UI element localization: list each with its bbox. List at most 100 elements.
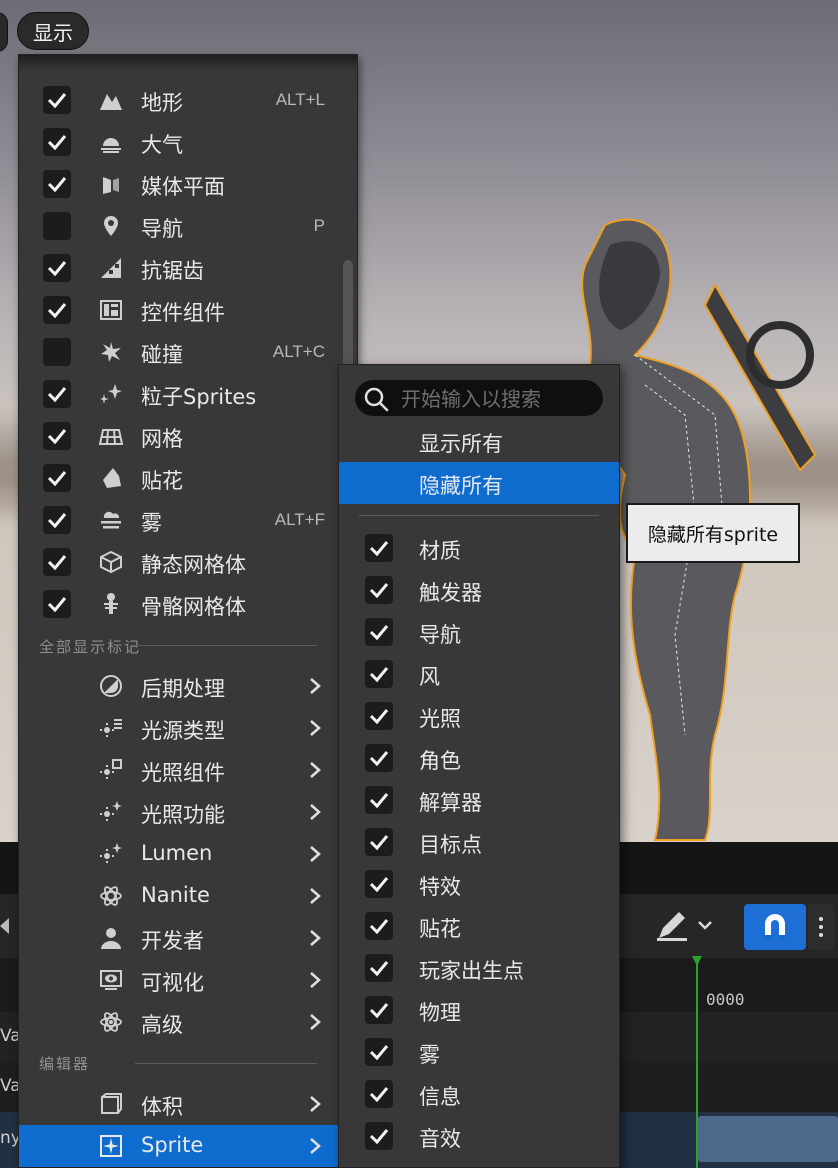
submenu-label: Nanite	[141, 883, 210, 907]
checkmark-icon	[369, 1003, 389, 1019]
checkbox[interactable]	[43, 212, 71, 240]
show-flag-item[interactable]: 网格	[19, 415, 339, 457]
show-flag-item[interactable]: 大气	[19, 121, 339, 163]
show-flag-item[interactable]: 雾 ALT+F	[19, 499, 339, 541]
sprite-search-box[interactable]	[355, 380, 603, 416]
checkbox[interactable]	[43, 86, 71, 114]
checkbox[interactable]	[365, 828, 393, 856]
sprite-flag-label: 贴花	[419, 917, 461, 941]
show-flag-item[interactable]: 媒体平面	[19, 163, 339, 205]
skeletal-mesh-icon	[104, 593, 118, 614]
checkbox[interactable]	[365, 786, 393, 814]
sprite-flag-item[interactable]: 音效	[339, 1115, 619, 1157]
sprite-flag-item[interactable]: 角色	[339, 737, 619, 779]
sprite-flag-label: 光照	[419, 707, 461, 731]
nanite-icon	[100, 886, 122, 906]
sprite-flag-item[interactable]: 物理	[339, 989, 619, 1031]
checkbox[interactable]	[43, 548, 71, 576]
checkbox[interactable]	[365, 1080, 393, 1108]
sprite-flag-item[interactable]: 雾	[339, 1031, 619, 1073]
sprite-flag-item[interactable]: 信息	[339, 1073, 619, 1115]
show-flag-item[interactable]: 控件组件	[19, 289, 339, 331]
checkbox[interactable]	[365, 954, 393, 982]
sprite-flag-item[interactable]: 光照	[339, 695, 619, 737]
snap-options-button[interactable]	[808, 904, 834, 950]
show-flag-item[interactable]: 粒子Sprites	[19, 373, 339, 415]
sprite-flag-item[interactable]: 材质	[339, 527, 619, 569]
checkbox[interactable]	[365, 702, 393, 730]
show-flag-item[interactable]: 静态网格体	[19, 541, 339, 583]
track-section[interactable]	[698, 1116, 838, 1162]
checkbox[interactable]	[365, 576, 393, 604]
checkbox[interactable]	[43, 128, 71, 156]
show-all-item[interactable]: 显示所有	[339, 420, 619, 462]
light-types-icon	[100, 719, 122, 737]
sprite-flag-item[interactable]: 风	[339, 653, 619, 695]
snap-magnet-button[interactable]	[744, 904, 806, 950]
checkbox[interactable]	[365, 660, 393, 688]
checkbox[interactable]	[365, 912, 393, 940]
checkbox[interactable]	[365, 618, 393, 646]
sprite-flag-item[interactable]: 触发器	[339, 569, 619, 611]
left-arrow-icon[interactable]	[0, 918, 9, 934]
show-submenu-item[interactable]: 光照组件	[19, 749, 339, 791]
sprite-flag-item[interactable]: 特效	[339, 863, 619, 905]
chevron-right-icon	[310, 1096, 321, 1112]
pen-icon[interactable]	[655, 910, 715, 942]
playhead-handle[interactable]	[692, 956, 702, 966]
show-flag-label: 贴花	[141, 469, 183, 493]
section-divider	[135, 645, 317, 646]
show-submenu-item[interactable]: 高级	[19, 1001, 339, 1043]
show-submenu-item[interactable]: 光照功能	[19, 791, 339, 833]
show-submenu-item[interactable]: Lumen	[19, 833, 339, 875]
shortcut-label: ALT+L	[275, 90, 325, 109]
chevron-right-icon	[310, 678, 321, 694]
show-flag-item[interactable]: 骨骼网格体	[19, 583, 339, 625]
editor-submenu-item[interactable]: Sprite	[19, 1125, 339, 1167]
checkbox[interactable]	[43, 380, 71, 408]
show-flag-item[interactable]: 导航 P	[19, 205, 339, 247]
show-submenu-item[interactable]: 开发者	[19, 917, 339, 959]
checkbox[interactable]	[365, 996, 393, 1024]
checkbox[interactable]	[365, 1122, 393, 1150]
checkbox[interactable]	[43, 422, 71, 450]
checkbox[interactable]	[43, 464, 71, 492]
checkbox[interactable]	[365, 1038, 393, 1066]
show-flag-label: 导航	[141, 217, 183, 241]
sprite-flag-item[interactable]: 贴花	[339, 905, 619, 947]
checkbox[interactable]	[43, 170, 71, 198]
checkbox[interactable]	[43, 506, 71, 534]
playhead[interactable]	[696, 958, 698, 1168]
prev-toolbar-chip[interactable]	[0, 12, 8, 52]
sprite-flag-item[interactable]: 目标点	[339, 821, 619, 863]
section-all-show-flags: 全部显示标记	[39, 638, 142, 656]
sprite-flag-item[interactable]: 导航	[339, 611, 619, 653]
checkbox[interactable]	[43, 338, 71, 366]
sprite-flag-item[interactable]: 解算器	[339, 779, 619, 821]
show-flag-item[interactable]: 地形 ALT+L	[19, 79, 339, 121]
checkbox[interactable]	[43, 296, 71, 324]
editor-submenu-item[interactable]: 体积	[19, 1083, 339, 1125]
show-submenu-item[interactable]: 可视化	[19, 959, 339, 1001]
search-input[interactable]	[399, 382, 599, 416]
show-flag-item[interactable]: 碰撞 ALT+C	[19, 331, 339, 373]
decal-icon	[103, 468, 121, 488]
checkbox[interactable]	[43, 254, 71, 282]
checkbox[interactable]	[43, 590, 71, 618]
show-submenu-item[interactable]: Nanite	[19, 875, 339, 917]
hide-all-item[interactable]: 隐藏所有	[339, 462, 619, 504]
show-flag-item[interactable]: 贴花	[19, 457, 339, 499]
sprite-flag-item[interactable]: 玩家出生点	[339, 947, 619, 989]
chevron-right-icon	[310, 846, 321, 862]
show-button[interactable]: 显示	[17, 12, 89, 50]
show-submenu-item[interactable]: 光源类型	[19, 707, 339, 749]
shortcut-label: ALT+F	[274, 510, 325, 529]
checkbox[interactable]	[365, 534, 393, 562]
show-flag-item[interactable]: 抗锯齿	[19, 247, 339, 289]
show-submenu-item[interactable]: 后期处理	[19, 665, 339, 707]
checkmark-icon	[47, 387, 67, 403]
advanced-icon	[100, 1012, 122, 1032]
checkbox[interactable]	[365, 744, 393, 772]
checkbox[interactable]	[365, 870, 393, 898]
show-flag-label: 粒子Sprites	[141, 385, 257, 409]
